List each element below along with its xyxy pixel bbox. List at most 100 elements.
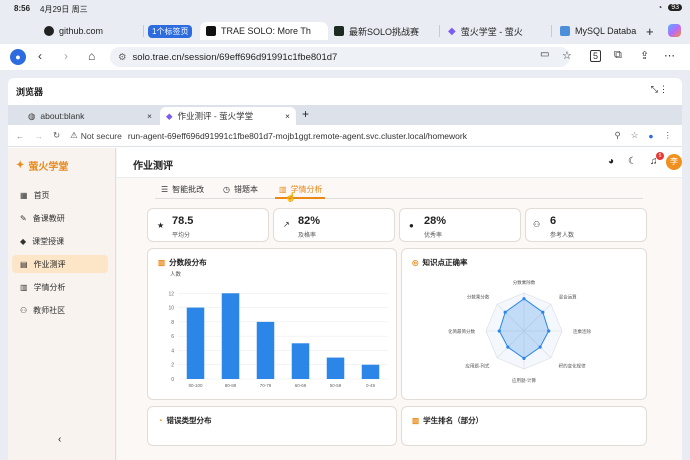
new-tab-button[interactable]: +	[302, 107, 309, 121]
stat-value: 6	[550, 215, 557, 227]
bar	[326, 357, 345, 379]
cursor-icon: ☝	[285, 192, 297, 202]
inner-tab-homework[interactable]: ◆ 作业测评 - 萤火学堂 ×	[160, 107, 296, 125]
reload-icon[interactable]: ↻	[53, 130, 60, 141]
inner-tab-bar: ◍ about:blank × ◆ 作业测评 - 萤火学堂 × +	[8, 105, 682, 125]
radar-point	[506, 345, 510, 349]
graduation-icon: ◆	[20, 236, 27, 246]
stat-label: 及格率	[298, 233, 317, 239]
wifi-icon: ◔	[657, 3, 663, 12]
stat-label: 参考人数	[550, 233, 575, 239]
home-icon[interactable]: ⌂	[88, 49, 95, 63]
pie-chart-icon: ◔	[158, 416, 163, 425]
status-bar: 8:56 4月29日 周三 ◔ 93	[0, 0, 690, 18]
sidebar-item-homework[interactable]: ▤ 作业测评	[12, 255, 108, 273]
sidebar-item-home[interactable]: ▦ 首页	[12, 186, 108, 204]
extensions-icon[interactable]: ⧉	[614, 49, 622, 62]
panel-knowledge-accuracy: ◎ 知识点正确率 分数乘除数 混合运算 连乘连除 积的变化规律 应用题-计算 应用题-列式化…	[401, 248, 647, 400]
bar-chart-icon: ▥	[158, 258, 166, 267]
radar-point	[538, 345, 542, 349]
date: 4月29日 周三	[40, 5, 88, 14]
stat-card-excellent-rate: ● 28% 优秀率	[399, 208, 521, 242]
spark-icon: ◆	[448, 25, 456, 37]
radar-point	[522, 297, 526, 301]
share-icon[interactable]: ⇪	[640, 49, 649, 62]
radar-axis-label: 混合运算	[559, 293, 577, 300]
y-tick-label: 0	[171, 377, 174, 383]
score-bar-chart: 人数 0 2 4 6 8 10 12 90-100 80-89 70-79 60-69 50-59 0-4…	[168, 270, 388, 388]
tab-mistakes[interactable]: ◷ 错题本	[223, 184, 258, 195]
reader-icon[interactable]: ▭	[540, 49, 549, 60]
sidebar-item-analysis[interactable]: ▥ 学情分析	[12, 278, 108, 296]
palette-icon[interactable]: ◕	[608, 156, 614, 167]
x-tick-label: 90-100	[188, 383, 203, 388]
app-logo: ✦ 萤火学堂	[16, 160, 69, 173]
outer-tab-yinghuo[interactable]: ◆ 萤火学堂 - 萤火	[448, 22, 552, 40]
copilot-icon[interactable]	[668, 24, 681, 37]
stat-card-participants: ⚇ 6 参考人数	[525, 208, 647, 242]
page-title: 作业测评	[133, 161, 173, 172]
chart-icon: ▥	[20, 282, 28, 292]
stat-value: 82%	[298, 215, 321, 227]
outer-url-field[interactable]: ⚙ solo.trae.cn/session/69eff696d91991c1f…	[110, 47, 570, 67]
menu-icon[interactable]: ⋯	[664, 49, 675, 62]
sidebar-item-community[interactable]: ⚇ 教师社区	[12, 301, 108, 319]
bar-chart-icon: ▥	[412, 416, 420, 425]
home-icon: ▦	[20, 190, 28, 200]
radar-axis-label: 连乘连除	[573, 328, 591, 335]
profile-icon[interactable]: ●	[10, 49, 26, 65]
more-icon[interactable]: ⋮	[664, 130, 673, 141]
collapse-sidebar-button[interactable]: ‹	[58, 434, 61, 445]
sidebar-item-class[interactable]: ◆ 课堂授课	[12, 232, 108, 250]
outer-tab-trae-solo[interactable]: TRAE SOLO: More Th	[200, 22, 328, 40]
inner-url-field[interactable]: run-agent-69eff696d91991c1fbe801d7-mojb1…	[128, 131, 467, 141]
browser-title: 浏览器	[16, 87, 44, 97]
bar	[186, 307, 205, 379]
battery-icon: 93	[668, 4, 682, 11]
radar-axis-label: 分数乘分数	[467, 293, 490, 300]
tab-group-badge[interactable]: 1个标签页	[148, 22, 198, 40]
not-secure-label: Not secure	[80, 130, 122, 141]
close-icon[interactable]: ×	[147, 111, 152, 121]
knowledge-radar-chart: 分数乘除数混合运算连乘连除积的变化规律应用题-计算 应用题-列式 化简最简分数 分数乘…	[448, 279, 591, 384]
radar-point	[547, 329, 551, 333]
radar-axis-label: 应用题-计算	[512, 377, 536, 384]
notification-badge: 5	[656, 152, 664, 160]
y-tick-label: 10	[168, 306, 174, 312]
sidebar-item-prep[interactable]: ✎ 备课教研	[12, 209, 108, 227]
close-icon[interactable]: ×	[285, 111, 290, 121]
inner-tab-blank[interactable]: ◍ about:blank ×	[22, 107, 158, 125]
inner-address-bar: ← → ↻ ⚠ Not secure run-agent-69eff696d91…	[8, 125, 682, 147]
outer-tab-mysql[interactable]: MySQL Databa	[560, 22, 638, 40]
app-root: ✦ 萤火学堂 ▦ 首页 ✎ 备课教研 ◆ 课堂授课 ▤ 作业测评 ▥ 学情分析 ⚇ 教师社区…	[8, 148, 682, 460]
collapse-icon[interactable]: ⤡	[651, 84, 658, 95]
warning-icon: ⚠	[70, 130, 78, 140]
outer-tab-solo-challenge[interactable]: 最新SOLO挑战赛	[334, 22, 440, 40]
trend-up-icon: ↗	[283, 220, 290, 229]
forward-button[interactable]: →	[35, 131, 44, 141]
tab-count-icon[interactable]: 5	[590, 50, 602, 62]
zoom-icon[interactable]: ⚲	[615, 130, 621, 141]
moon-icon[interactable]: ☾	[628, 156, 637, 167]
y-tick-label: 8	[171, 320, 174, 326]
profile-icon[interactable]: ●	[648, 131, 653, 141]
star-icon[interactable]: ☆	[631, 130, 639, 141]
star-icon[interactable]: ☆	[562, 49, 572, 62]
radar-point	[522, 356, 526, 360]
forward-button[interactable]: ›	[64, 49, 68, 63]
clock: 8:56	[14, 4, 31, 13]
y-tick-label: 4	[171, 348, 174, 354]
stat-card-average: ★ 78.5 平均分	[147, 208, 269, 242]
new-tab-button[interactable]: +	[646, 24, 654, 39]
star-icon: ★	[157, 221, 165, 230]
github-icon	[44, 26, 54, 36]
back-button[interactable]: ‹	[38, 49, 42, 63]
back-button[interactable]: ←	[16, 131, 25, 141]
outer-tab-github[interactable]: github.com	[44, 22, 144, 40]
y-axis-label: 人数	[170, 270, 182, 278]
tab-divider	[155, 198, 643, 199]
avatar[interactable]: 李	[666, 154, 682, 170]
tab-smart-grading[interactable]: ☰ 智能批改	[161, 184, 204, 195]
stat-label: 优秀率	[424, 233, 443, 239]
more-icon[interactable]: ⋮	[659, 84, 668, 95]
